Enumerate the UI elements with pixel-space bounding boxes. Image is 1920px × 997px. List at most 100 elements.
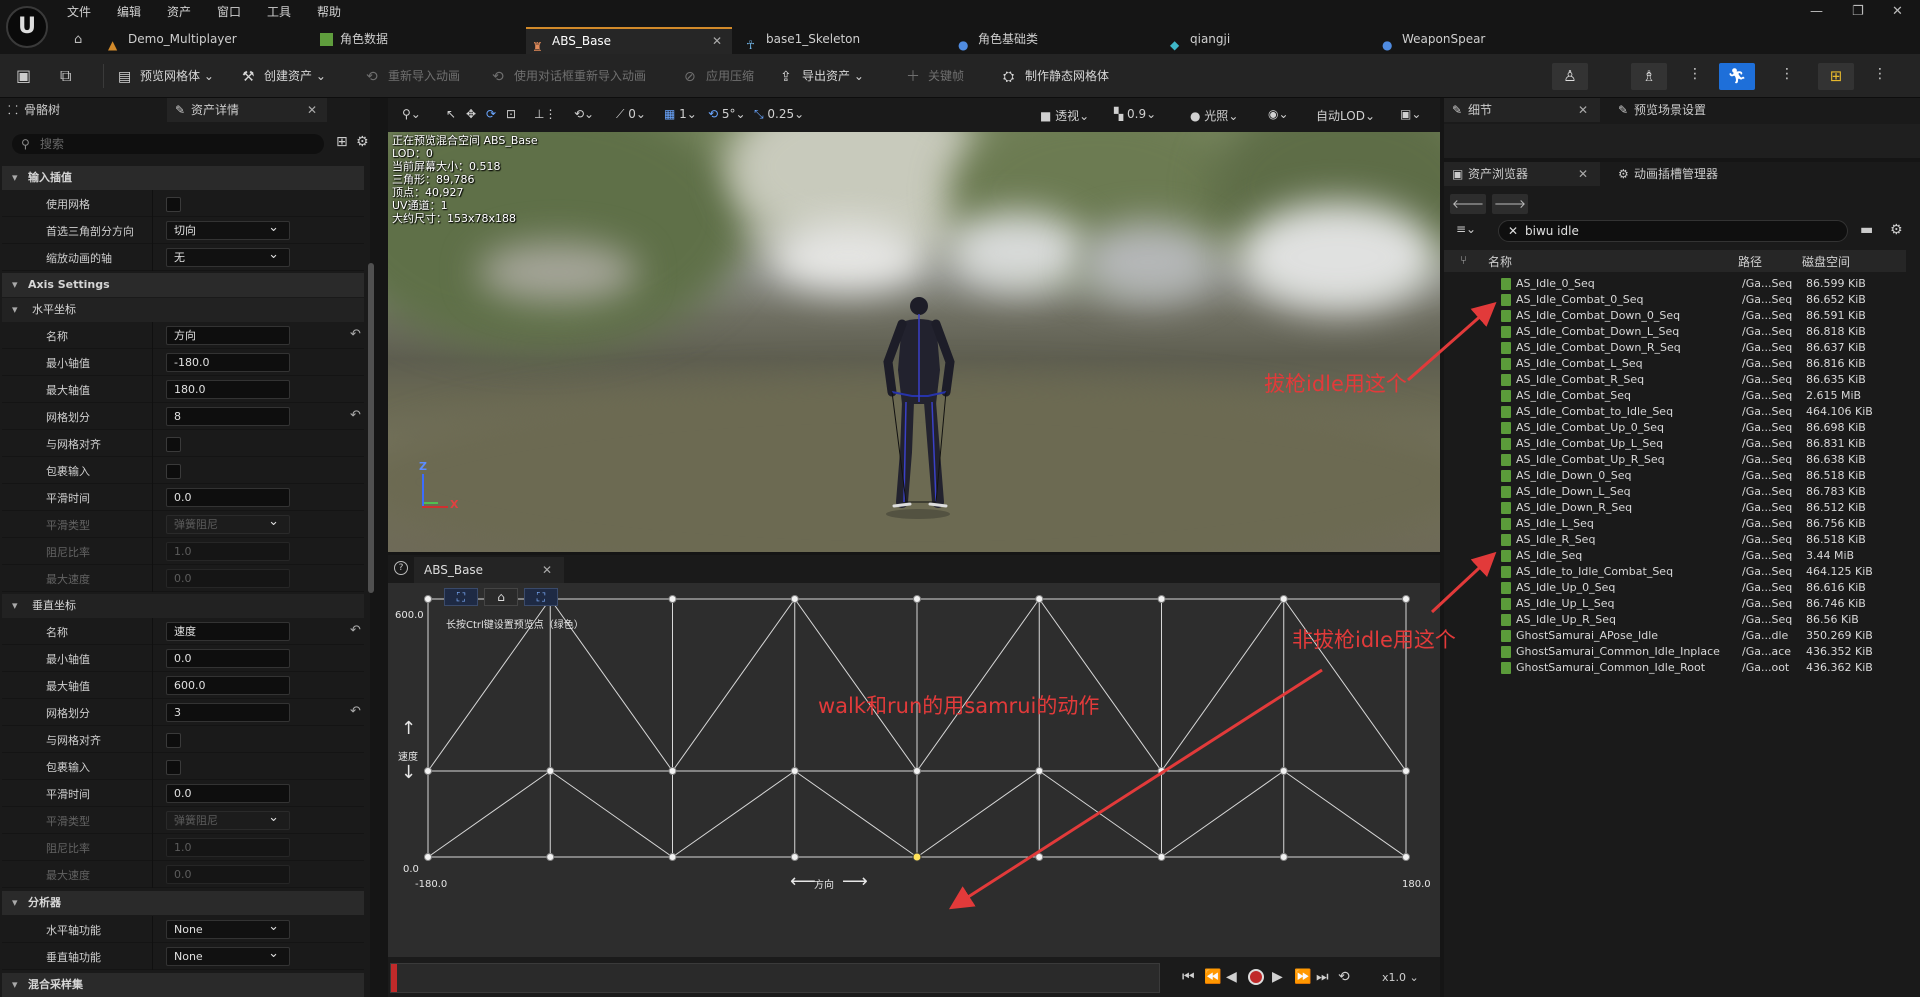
close-icon[interactable]: ✕ [1578,162,1588,186]
tab-demo-multiplayer[interactable]: ▲ Demo_Multiplayer [102,27,302,54]
scale-icon[interactable]: ⊡ [506,107,516,121]
blend-sample-point[interactable] [424,595,432,603]
toggle-labels-button[interactable]: ⌂ [484,588,518,606]
v-wrap-checkbox[interactable] [166,760,181,775]
asset-row[interactable]: AS_Idle_Combat_Down_R_Seq/Ga...Seq 86.637… [1446,340,1906,356]
scale-axis-dropdown[interactable]: 无 [166,246,290,267]
close-icon[interactable]: ✕ [1578,98,1588,122]
h-smooth-field[interactable]: 0.0 [166,488,290,507]
asset-row[interactable]: AS_Idle_Up_L_Seq/Ga...Seq 86.746 KiB [1446,596,1906,612]
fit-view-button[interactable]: ⛶ [444,588,478,606]
skip-start-icon[interactable]: ⏮ [1182,969,1195,985]
show-flags-icon[interactable]: ◉⌄ [1268,107,1289,121]
reimport-button[interactable]: ⟲ 重新导入动画 [366,66,460,86]
filter-icon[interactable]: ≡⌄ [1456,222,1476,236]
asset-row[interactable]: AS_Idle_Combat_Seq/Ga...Seq 2.615 MiB [1446,388,1906,404]
blend-sample-point[interactable] [1035,853,1044,861]
more-icon[interactable]: ⋮ [1873,66,1887,82]
home-icon[interactable]: ⌂ [74,32,82,47]
loop-icon[interactable]: ⟲ [1338,969,1350,985]
play-icon[interactable]: ▶ [1272,969,1283,985]
asset-row[interactable]: GhostSamurai_Common_Idle_Inplace/Ga...ac… [1446,644,1906,660]
rotation-snap-button[interactable]: ⟲ 5°⌄ [708,107,746,121]
tab-weapon-spear[interactable]: ● WeaponSpear [1376,27,1576,54]
tab-details[interactable]: ✎ 细节 ✕ [1444,98,1600,122]
blend-sample-point[interactable] [1279,767,1288,775]
tab-skeleton[interactable]: ☥ base1_Skeleton [740,27,940,54]
blend-sample-point[interactable] [1402,595,1410,603]
lit-button[interactable]: ● 光照⌄ [1190,107,1238,124]
v-max-speed-field[interactable]: 0.0 [166,865,290,884]
category-horizontal-axis[interactable]: 水平坐标 [2,298,364,322]
asset-row[interactable]: AS_Idle_Up_0_Seq/Ga...Seq 86.616 KiB [1446,580,1906,596]
category-vertical-axis[interactable]: 垂直坐标 [2,594,364,618]
close-icon[interactable]: ✕ [307,98,317,122]
asset-row[interactable]: AS_Idle_Combat_Up_L_Seq/Ga...Seq 86.831 K… [1446,436,1906,452]
translate-icon[interactable]: ✥ [466,107,476,121]
blend-sample-point[interactable] [790,595,799,603]
close-icon[interactable]: ✕ [542,557,552,583]
blend-sample-point[interactable] [546,767,555,775]
minimize-icon[interactable]: — [1810,4,1823,19]
asset-row[interactable]: AS_Idle_Combat_Down_0_Seq/Ga...Seq 86.591… [1446,308,1906,324]
blend-sample-point[interactable] [1402,853,1410,861]
preview-viewport[interactable]: ⚲⌄ ↖ ✥ ⟳ ⊡ ⊥⋮ ⟲⌄ ⟋ 0⌄ ▦ 1⌄ ⟲ 5°⌄ ⤡ 0.25⌄… [388,98,1440,552]
blend-sample-point[interactable] [424,853,432,861]
fov-button[interactable]: ▚ 0.9⌄ [1114,107,1156,121]
asset-row[interactable]: AS_Idle_Combat_L_Seq/Ga...Seq 86.816 KiB [1446,356,1906,372]
v-damping-field[interactable]: 1.0 [166,838,290,857]
animation-mode-button[interactable]: 🏃︎ [1719,63,1755,90]
record-icon[interactable] [1248,969,1264,985]
reset-icon[interactable]: ↶ [350,704,361,719]
more-icon[interactable]: ⋮ [1780,66,1794,82]
asset-row[interactable]: AS_Idle_0_Seq/Ga...Seq 86.599 KiB [1446,276,1906,292]
blend-sample-point[interactable] [1157,853,1166,861]
category-analysis[interactable]: 分析器 [2,891,364,915]
blend-sample-point[interactable] [1157,767,1166,775]
category-blend-samples[interactable]: 混合采样集 [2,973,364,997]
blueprint-mode-button[interactable]: ⊞ [1818,63,1854,90]
help-icon[interactable]: ? [394,561,408,575]
scrollbar[interactable] [368,263,374,593]
blend-sample-point[interactable] [1279,595,1288,603]
menu-window[interactable]: 窗口 [217,3,241,20]
asset-row[interactable]: AS_Idle_Seq/Ga...Seq 3.44 MiB [1446,548,1906,564]
close-icon[interactable]: ✕ [712,29,722,54]
tab-anim-slot-manager[interactable]: ⚙ 动画插槽管理器 [1610,162,1790,186]
mesh-mode-button[interactable]: ♗ [1631,63,1667,90]
viewport-options-icon[interactable]: ⚲⌄ [402,107,421,121]
blend-sample-point[interactable] [790,853,799,861]
unreal-logo-icon[interactable]: U [6,6,48,48]
skeleton-mode-button[interactable]: ♙ [1552,63,1588,90]
preview-scene[interactable]: 正在预览混合空间 ABS_Base LOD：0 当前屏幕大小：0.518 三角形… [388,132,1440,552]
tab-content-browser[interactable]: ▣ 资产浏览器 ✕ [1444,162,1600,186]
asset-row[interactable]: AS_Idle_Combat_Down_L_Seq/Ga...Seq 86.818… [1446,324,1906,340]
back-button[interactable]: 🡐 [1450,194,1486,214]
close-window-icon[interactable]: ✕ [1892,4,1903,19]
menu-asset[interactable]: 资产 [167,3,191,20]
translation-snap-button[interactable]: ▦ 1⌄ [664,107,697,121]
scale-snap-button[interactable]: ⤡ 0.25⌄ [754,107,804,122]
tab-qiangji[interactable]: ◆ qiangji [1164,27,1364,54]
blend-sample-point[interactable] [1035,595,1044,603]
h-function-dropdown[interactable]: None [166,918,290,939]
v-smooth-type-dropdown[interactable]: 弹簧阻尼 [166,809,290,830]
blend-sample-point[interactable] [424,767,432,775]
blend-sample-point[interactable] [668,595,677,603]
column-path[interactable]: 路径 [1738,253,1762,270]
tab-skeleton-tree[interactable]: ⸬ 骨骼树 [0,98,165,122]
tab-abs-base[interactable]: ♜ ABS_Base ✕ [526,27,732,54]
blend-sample-point[interactable] [668,853,677,861]
menu-edit[interactable]: 编辑 [117,3,141,20]
make-static-mesh-button[interactable]: ⛭ 制作静态网格体 [1003,66,1109,86]
tab-blend-space[interactable]: ABS_Base ✕ [414,557,564,583]
blend-sample-point[interactable] [1157,595,1166,603]
reset-icon[interactable]: ↶ [350,623,361,638]
asset-row[interactable]: GhostSamurai_APose_Idle/Ga...dle 350.269 … [1446,628,1906,644]
asset-row[interactable]: AS_Idle_Combat_0_Seq/Ga...Seq 86.652 KiB [1446,292,1906,308]
speed-button[interactable]: x1.0 ⌄ [1382,971,1419,984]
v-min-field[interactable]: 0.0 [166,649,290,668]
blend-sample-point[interactable] [1279,853,1288,861]
export-asset-button[interactable]: ⇪ 导出资产 ⌄ [780,66,864,86]
column-size[interactable]: 磁盘空间 [1802,253,1850,270]
